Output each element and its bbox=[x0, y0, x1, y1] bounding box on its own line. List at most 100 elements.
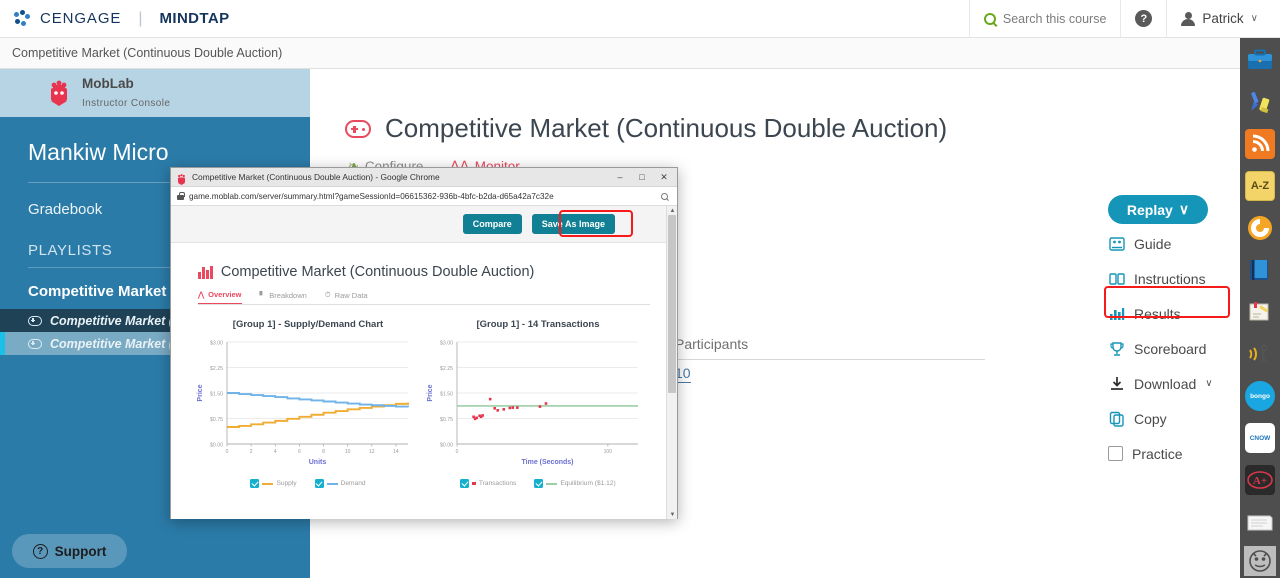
search-course-button[interactable]: Search this course bbox=[968, 0, 1121, 38]
gamepad-icon bbox=[28, 338, 42, 349]
cnow-icon[interactable]: CNOW bbox=[1245, 423, 1275, 453]
charts-container: [Group 1] - Supply/Demand Chart $0.00 $0.… bbox=[171, 305, 677, 488]
action-item-results[interactable]: Results bbox=[1108, 298, 1226, 329]
participants-label: Participants bbox=[675, 336, 985, 360]
svg-text:6: 6 bbox=[298, 449, 301, 455]
svg-text:$0.75: $0.75 bbox=[440, 417, 453, 423]
action-item-label: Results bbox=[1134, 305, 1181, 322]
breakdown-bar-icon: ▘ bbox=[259, 290, 266, 300]
chevron-down-icon: ∨ bbox=[1205, 378, 1213, 389]
legend-item-transactions[interactable]: Transactions bbox=[460, 479, 516, 488]
svg-text:Units: Units bbox=[309, 459, 327, 466]
flashcards-icon[interactable] bbox=[1245, 507, 1275, 537]
moblab-brand-text: MobLab Instructor Console bbox=[82, 75, 170, 111]
instructions-icon bbox=[1108, 270, 1125, 287]
legend-line-swatch bbox=[326, 482, 338, 485]
report-title: Competitive Market (Continuous Double Au… bbox=[171, 243, 677, 280]
transactions-chart: [Group 1] - 14 Transactions $0.00 $0.75 $1… bbox=[423, 319, 653, 488]
search-label: Search this course bbox=[1002, 11, 1107, 26]
chart-title: [Group 1] - Supply/Demand Chart bbox=[232, 319, 384, 330]
chrome-scrollbar[interactable]: ▲ ▼ bbox=[666, 206, 677, 519]
user-menu-button[interactable]: Patrick ∨ bbox=[1166, 0, 1280, 38]
scroll-up-icon[interactable]: ▲ bbox=[667, 206, 677, 215]
chrome-popup-window[interactable]: Competitive Market (Continuous Double Au… bbox=[170, 167, 678, 519]
supply-demand-chart: [Group 1] - Supply/Demand Chart $0.00 $0.… bbox=[193, 319, 423, 488]
chrome-title-bar[interactable]: Competitive Market (Continuous Double Au… bbox=[171, 168, 677, 187]
trophy-icon bbox=[1108, 340, 1125, 357]
action-menu: Replay ∨ Guide Instructions Results Scor… bbox=[1108, 195, 1226, 469]
maximize-icon[interactable]: □ bbox=[631, 168, 653, 187]
action-item-copy[interactable]: Copy bbox=[1108, 403, 1226, 434]
cengage-logo[interactable]: CENGAGE | MINDTAP bbox=[0, 10, 230, 28]
search-icon bbox=[983, 12, 996, 25]
replay-label: Replay bbox=[1126, 201, 1173, 218]
search-icon[interactable] bbox=[661, 192, 668, 200]
help-button[interactable]: ? bbox=[1120, 0, 1166, 38]
chrome-page-body: Compare Save As Image Competitive Market… bbox=[171, 206, 677, 519]
report-toolbar: Compare Save As Image bbox=[171, 206, 677, 243]
action-item-instructions[interactable]: Instructions bbox=[1108, 263, 1226, 294]
avatar-icon bbox=[1181, 11, 1196, 26]
legend-item-demand[interactable]: Demand bbox=[314, 479, 366, 488]
chart-canvas: $0.00 $0.75 $1.50 $2.25 $3.00 0 100 Time (Secon… bbox=[427, 340, 638, 466]
checkbox-icon[interactable] bbox=[1108, 446, 1123, 461]
svg-text:8: 8 bbox=[322, 449, 325, 455]
tab-overview[interactable]: ⋀ Overview bbox=[198, 290, 242, 304]
action-item-guide[interactable]: Guide bbox=[1108, 228, 1226, 259]
support-button[interactable]: ? Support bbox=[12, 534, 127, 568]
mindtap-app-icon[interactable] bbox=[1244, 546, 1276, 576]
read-aloud-icon[interactable] bbox=[1245, 339, 1275, 369]
bongo-icon[interactable]: bongo bbox=[1245, 381, 1275, 411]
report-title-text: Competitive Market (Continuous Double Au… bbox=[220, 264, 535, 280]
legend-dot-swatch bbox=[472, 481, 476, 486]
copy-icon bbox=[1108, 410, 1125, 427]
replay-button[interactable]: Replay ∨ bbox=[1108, 195, 1208, 224]
action-item-scoreboard[interactable]: Scoreboard bbox=[1108, 333, 1226, 364]
pen-highlighter-icon[interactable] bbox=[1245, 87, 1275, 117]
scroll-down-icon[interactable]: ▼ bbox=[667, 510, 677, 519]
tab-raw-data[interactable]: ⏱ Raw Data bbox=[325, 290, 368, 304]
action-item-download[interactable]: Download ∨ bbox=[1108, 368, 1226, 399]
moblab-favicon bbox=[176, 172, 187, 185]
scrollbar-thumb[interactable] bbox=[668, 215, 676, 393]
action-item-practice[interactable]: Practice bbox=[1108, 438, 1226, 469]
ebook-icon[interactable] bbox=[1245, 255, 1275, 285]
chart-legend: Transactions Equilibrium ($1.12) bbox=[423, 479, 653, 488]
aplus-grade-icon[interactable]: A+ bbox=[1245, 465, 1275, 495]
svg-text:0: 0 bbox=[456, 449, 459, 455]
a-z-dictionary-icon[interactable]: A-Z bbox=[1245, 171, 1275, 201]
product-subtitle: Instructor Console bbox=[82, 98, 171, 109]
minimize-icon[interactable]: – bbox=[609, 168, 631, 187]
action-item-label: Practice bbox=[1132, 445, 1183, 462]
rss-icon[interactable] bbox=[1245, 129, 1275, 159]
svg-text:Price: Price bbox=[427, 384, 434, 401]
checkbox-icon[interactable] bbox=[460, 479, 470, 488]
brainstorm-icon[interactable] bbox=[1245, 213, 1275, 243]
brand-divider: | bbox=[138, 9, 143, 27]
tab-breakdown[interactable]: ▘ Breakdown bbox=[260, 290, 307, 304]
chrome-address-bar[interactable]: game.moblab.com/server/summary.html?game… bbox=[171, 187, 677, 206]
svg-text:$0.00: $0.00 bbox=[440, 442, 453, 448]
svg-text:100: 100 bbox=[604, 449, 613, 455]
briefcase-icon[interactable] bbox=[1245, 45, 1275, 75]
save-as-image-button[interactable]: Save As Image bbox=[531, 214, 615, 234]
tab-breakdown-label: Breakdown bbox=[269, 290, 307, 300]
a-z-label: A-Z bbox=[1250, 180, 1270, 192]
cengage-mark-icon bbox=[14, 10, 31, 27]
chevron-down-icon: ∨ bbox=[1178, 201, 1190, 217]
checkbox-icon[interactable] bbox=[314, 479, 324, 488]
svg-text:10: 10 bbox=[345, 449, 351, 455]
close-icon[interactable]: ✕ bbox=[653, 168, 675, 187]
legend-item-equilibrium[interactable]: Equilibrium ($1.12) bbox=[534, 479, 616, 488]
cengage-wordmark: CENGAGE bbox=[40, 10, 122, 27]
checkbox-icon[interactable] bbox=[534, 479, 544, 488]
compare-button[interactable]: Compare bbox=[462, 214, 522, 234]
notepad-icon[interactable] bbox=[1245, 297, 1275, 327]
svg-text:$1.50: $1.50 bbox=[210, 391, 223, 397]
product-name: MobLab bbox=[82, 76, 134, 91]
list-item-label: Competitive Market (Co bbox=[50, 313, 190, 328]
svg-text:$1.50: $1.50 bbox=[440, 391, 453, 397]
url-text: game.moblab.com/server/summary.html?game… bbox=[189, 191, 554, 201]
legend-item-supply[interactable]: Supply bbox=[250, 479, 297, 488]
checkbox-icon[interactable] bbox=[250, 479, 260, 488]
